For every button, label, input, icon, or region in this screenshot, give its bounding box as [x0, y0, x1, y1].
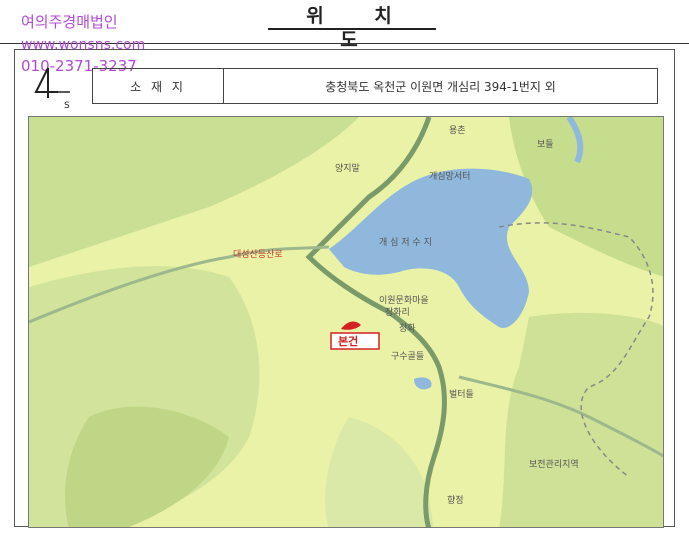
- label-management: 보전관리지역: [529, 459, 579, 470]
- label-village-center2: 장화리: [385, 307, 410, 318]
- label-village-right: 보들: [537, 139, 554, 150]
- watermark-company: 여의주경매법인: [21, 13, 118, 31]
- page-title: 위 치 도: [268, 4, 436, 51]
- label-village-center: 이원문화마을: [379, 295, 429, 306]
- label-park: 개심망서터: [429, 171, 470, 182]
- address-value: 충청북도 옥천군 이원면 개심리 394-1번지 외: [325, 79, 556, 94]
- label-village-left: 양지말: [335, 162, 360, 174]
- marker-label: 본건: [338, 334, 358, 348]
- label-village-east: 벌터들: [449, 389, 474, 400]
- label-village-south: 구수골들: [391, 351, 424, 362]
- label-reservoir: 개 심 저 수 지: [379, 237, 432, 248]
- location-map[interactable]: 용촌 보들 양지말 개심망서터 개 심 저 수 지 대성산등산로 이원문화마을 …: [28, 116, 664, 528]
- address-table: 소 재 지 충청북도 옥천군 이원면 개심리 394-1번지 외: [92, 68, 658, 104]
- north-arrow-icon: S: [30, 62, 78, 111]
- address-label: 소 재 지: [93, 69, 224, 103]
- compass-letter: S: [64, 101, 70, 110]
- watermark-website: www.wonsns.com: [21, 37, 146, 53]
- label-road: 대성산등산로: [233, 249, 283, 260]
- label-village-center3: 장화: [399, 323, 416, 334]
- label-village-bottom: 향정: [447, 494, 464, 506]
- label-village-top: 용촌: [449, 125, 466, 136]
- forest-area-se: [499, 312, 663, 527]
